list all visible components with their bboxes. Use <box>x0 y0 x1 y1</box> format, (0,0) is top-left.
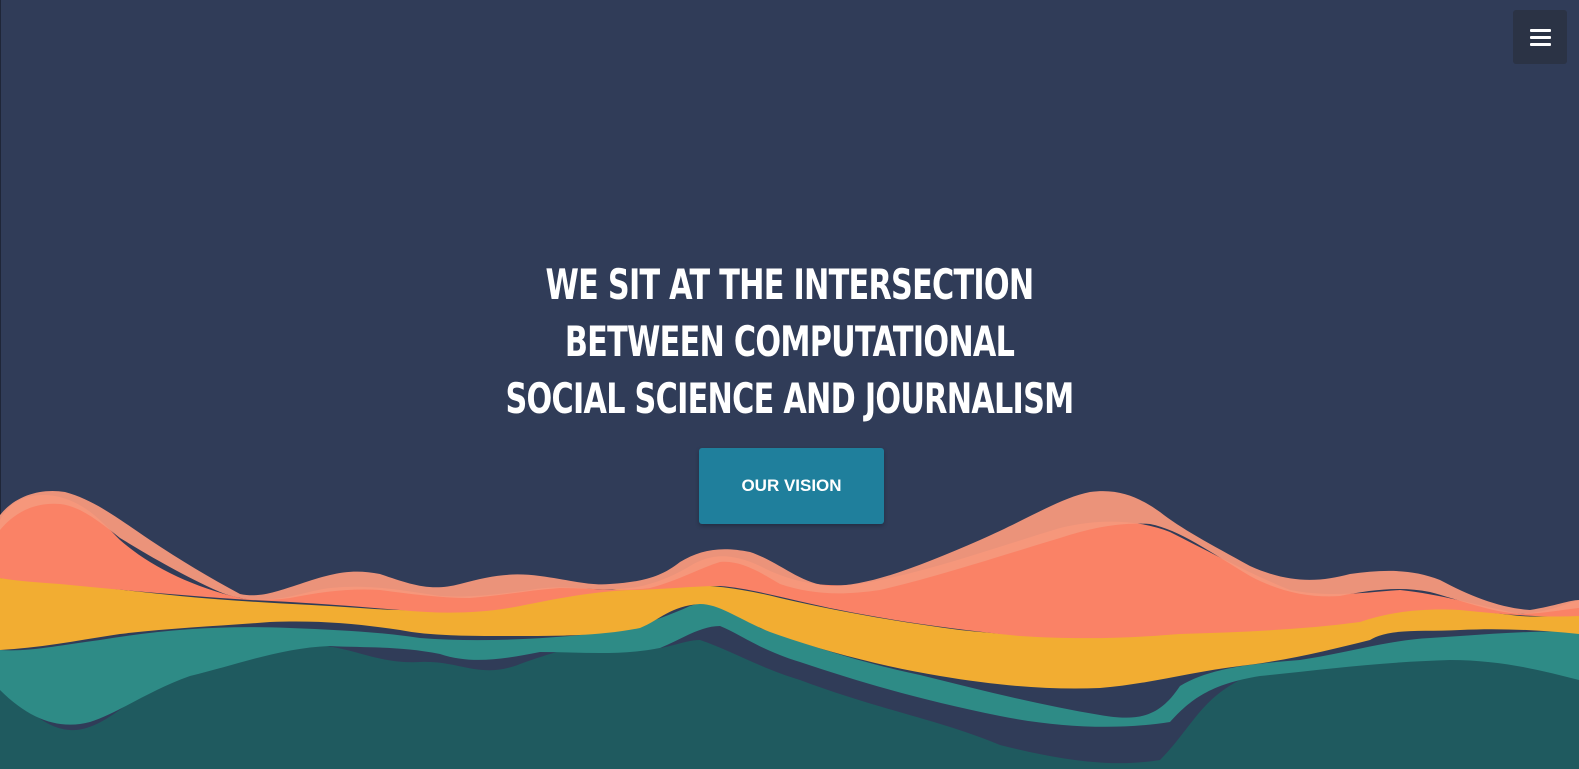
menu-bar <box>1529 42 1551 46</box>
page: WE SIT AT THE INTERSECTION BETWEEN COMPU… <box>0 0 1579 769</box>
our-vision-button[interactable]: OUR VISION <box>699 448 884 524</box>
headline-line-1: WE SIT AT THE INTERSECTION <box>545 260 1034 309</box>
menu-bar <box>1529 28 1551 32</box>
hero-headline: WE SIT AT THE INTERSECTION BETWEEN COMPU… <box>0 256 1579 427</box>
hamburger-menu-icon <box>1529 28 1551 46</box>
headline-line-3: SOCIAL SCIENCE AND JOURNALISM <box>505 374 1074 423</box>
hamburger-menu-button[interactable] <box>1513 10 1567 64</box>
menu-bar <box>1529 35 1551 39</box>
headline-line-2: BETWEEN COMPUTATIONAL <box>564 317 1015 366</box>
hero-section: WE SIT AT THE INTERSECTION BETWEEN COMPU… <box>0 256 1579 427</box>
